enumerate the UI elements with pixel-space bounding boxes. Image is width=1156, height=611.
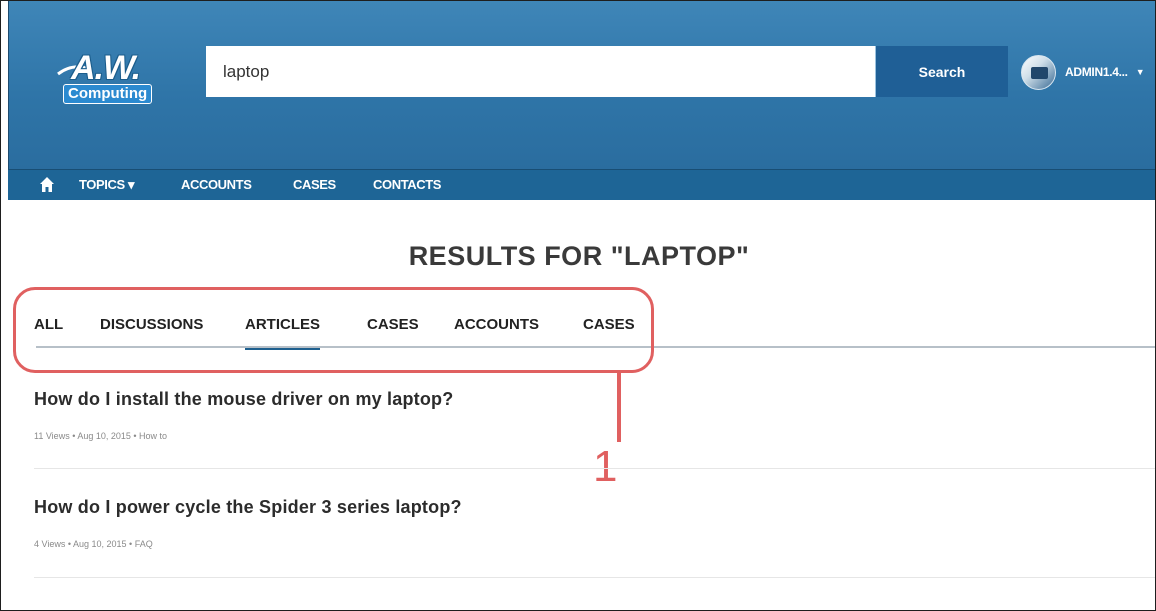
user-name: ADMIN1.4... (1065, 65, 1128, 79)
result-meta: 4 Views • Aug 10, 2015 • FAQ (34, 539, 153, 549)
avatar (1021, 54, 1056, 90)
chevron-down-icon: ▼ (1135, 67, 1145, 77)
logo-text: A.W. (71, 49, 141, 87)
nav-item-accounts[interactable]: ACCOUNTS (181, 170, 252, 200)
aw-computing-logo[interactable]: A.W. Computing (57, 49, 153, 109)
list-item: How do I install the mouse driver on my … (34, 389, 1134, 441)
annotation-highlight (13, 287, 654, 373)
result-title-link[interactable]: How do I power cycle the Spider 3 series… (34, 497, 1134, 518)
result-meta: 11 Views • Aug 10, 2015 • How to (34, 431, 168, 441)
logo-subtext: Computing (63, 84, 153, 104)
home-icon[interactable] (40, 177, 54, 192)
page-title: RESULTS FOR "LAPTOP" (408, 241, 750, 271)
site-header: A.W. Computing laptop Search ADMIN1.4...… (8, 1, 1155, 169)
main-nav: TOPICS ▾ ACCOUNTS CASES CONTACTS (8, 169, 1155, 200)
search-button[interactable]: Search (875, 46, 1008, 97)
list-item: How do I power cycle the Spider 3 series… (34, 497, 1134, 549)
result-divider (34, 468, 1155, 469)
user-menu[interactable]: ADMIN1.4... ▼ (1021, 54, 1145, 90)
result-divider (34, 577, 1155, 578)
screenshot-frame: A.W. Computing laptop Search ADMIN1.4...… (0, 0, 1156, 611)
annotation-number: 1 (593, 442, 618, 491)
nav-item-topics[interactable]: TOPICS ▾ (79, 170, 135, 200)
nav-item-cases[interactable]: CASES (293, 170, 336, 200)
result-title-link[interactable]: How do I install the mouse driver on my … (34, 389, 1134, 410)
search-input[interactable]: laptop (206, 46, 875, 97)
nav-item-contacts[interactable]: CONTACTS (373, 170, 441, 200)
